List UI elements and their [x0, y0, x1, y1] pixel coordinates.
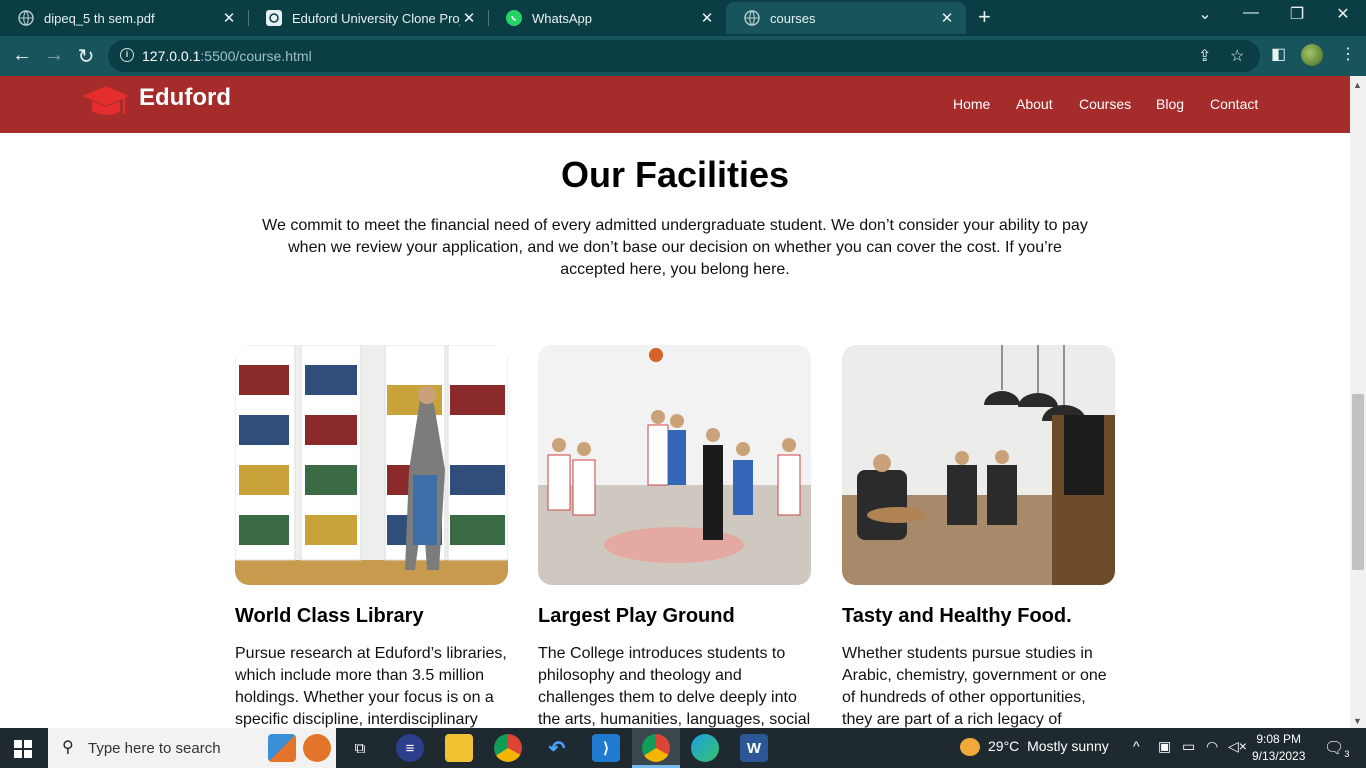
facility-card-playground: Largest Play Ground The College introduc…	[538, 345, 811, 728]
info-icon[interactable]: i	[120, 48, 134, 62]
profile-avatar[interactable]	[1301, 44, 1323, 66]
browser-toolbar: ← → ↻ i 127.0.0.1:5500/course.html ⇪ ☆ ◧…	[0, 36, 1366, 76]
graduation-cap-icon	[83, 86, 129, 115]
tab-title: Eduford University Clone Project	[292, 10, 460, 26]
url-host: 127.0.0.1	[142, 48, 201, 64]
close-icon[interactable]: ✕	[220, 9, 238, 27]
battery-icon[interactable]: ▭	[1182, 738, 1195, 755]
browser-tab-strip: dipeq_5 th sem.pdf ✕ Eduford University …	[0, 0, 1366, 36]
chevron-up-icon[interactable]: ^	[1133, 738, 1140, 754]
site-logo[interactable]: Eduford	[139, 84, 231, 112]
new-tab-button[interactable]: +	[978, 4, 991, 30]
clock-time: 9:08 PM	[1256, 732, 1302, 746]
scroll-up-arrow-icon[interactable]: ▲	[1353, 80, 1362, 90]
section-description: We commit to meet the financial need of …	[262, 217, 1088, 278]
cafe-image	[842, 345, 1115, 585]
taskbar-clock[interactable]: 9:08 PM 9/13/2023	[1252, 731, 1305, 765]
scroll-down-arrow-icon[interactable]: ▼	[1353, 716, 1362, 726]
taskbar-search[interactable]: ⚲ Type here to search	[48, 728, 336, 768]
whatsapp-icon	[506, 10, 522, 26]
file-explorer-icon[interactable]	[445, 734, 473, 762]
chatgpt-icon	[266, 10, 282, 26]
back-button[interactable]: ←	[10, 44, 34, 67]
tab-title: WhatsApp	[532, 10, 592, 26]
close-icon[interactable]: ✕	[938, 9, 956, 27]
facility-card-library: World Class Library Pursue research at E…	[235, 345, 508, 728]
tab-courses[interactable]: courses ✕	[726, 2, 966, 34]
search-placeholder: Type here to search	[88, 740, 221, 757]
tab-title: dipeq_5 th sem.pdf	[44, 10, 155, 26]
search-icon: ⚲	[62, 739, 74, 756]
weather-widget[interactable]: 29°C Mostly sunny	[960, 738, 1109, 757]
nav-about[interactable]: About	[1016, 96, 1053, 112]
chrome-active-icon[interactable]	[642, 734, 670, 762]
vscode-icon[interactable]: ⟩	[592, 734, 620, 762]
tab-search-chevron-icon[interactable]: ⌄	[1182, 4, 1228, 24]
arrow-app-icon[interactable]: ↶	[543, 734, 571, 762]
page-scrollbar[interactable]: ▲ ▼	[1350, 76, 1366, 728]
url-text[interactable]: 127.0.0.1:5500/course.html	[142, 48, 312, 64]
tab-title: courses	[770, 10, 816, 26]
eclipse-icon[interactable]: ≡	[396, 734, 424, 762]
address-bar[interactable]: i 127.0.0.1:5500/course.html ⇪ ☆	[108, 40, 1260, 72]
notification-center-icon[interactable]: 🗨3	[1324, 738, 1349, 759]
edge-icon[interactable]	[691, 734, 719, 762]
card-text: Whether students pursue studies in Arabi…	[842, 645, 1107, 728]
task-view-icon[interactable]: ⧉	[346, 734, 374, 762]
close-icon[interactable]: ✕	[460, 9, 478, 27]
tab-eduford-clone[interactable]: Eduford University Clone Project ✕	[248, 2, 488, 34]
restore-button[interactable]: ❐	[1274, 4, 1320, 24]
card-text: The College introduces students to philo…	[538, 645, 811, 728]
card-title: World Class Library	[235, 605, 424, 627]
nav-home[interactable]: Home	[953, 96, 990, 112]
nav-blog[interactable]: Blog	[1156, 96, 1184, 112]
card-title: Largest Play Ground	[538, 605, 735, 627]
card-text: Pursue research at Eduford’s libraries, …	[235, 645, 507, 728]
library-image	[235, 345, 508, 585]
reload-button[interactable]: ↻	[74, 44, 98, 69]
search-highlight-icon[interactable]	[268, 734, 296, 762]
card-title: Tasty and Healthy Food.	[842, 605, 1072, 627]
close-icon[interactable]: ✕	[698, 9, 716, 27]
clock-date: 9/13/2023	[1252, 749, 1306, 763]
basketball-icon[interactable]	[303, 734, 331, 762]
weather-temp: 29°C	[988, 738, 1020, 754]
url-path: :5500/course.html	[200, 48, 312, 64]
nav-courses[interactable]: Courses	[1079, 96, 1131, 112]
wifi-icon[interactable]: ◠	[1206, 738, 1218, 755]
tab-whatsapp[interactable]: WhatsApp ✕	[488, 2, 726, 34]
scrollbar-thumb[interactable]	[1352, 394, 1364, 570]
notification-count: 3	[1344, 749, 1350, 760]
minimize-button[interactable]: —	[1228, 4, 1274, 22]
volume-muted-icon[interactable]: ◁×	[1228, 738, 1247, 755]
globe-icon	[744, 10, 760, 26]
site-header: Eduford Home About Courses Blog Contact	[0, 76, 1350, 133]
weather-desc: Mostly sunny	[1027, 738, 1109, 754]
word-icon[interactable]: W	[740, 734, 768, 762]
tab-pdf[interactable]: dipeq_5 th sem.pdf ✕	[0, 2, 248, 34]
page-viewport: Eduford Home About Courses Blog Contact …	[0, 76, 1350, 728]
windows-taskbar: ⚲ Type here to search ⧉ ≡ ↶ ⟩ W 29°C Mos…	[0, 728, 1366, 768]
nav-contact[interactable]: Contact	[1210, 96, 1258, 112]
forward-button[interactable]: →	[42, 44, 66, 67]
meet-now-icon[interactable]: ▣	[1158, 738, 1171, 755]
side-panel-icon[interactable]: ◧	[1271, 44, 1286, 64]
menu-kebab-icon[interactable]: ⋮	[1340, 44, 1356, 64]
chrome-icon[interactable]	[494, 734, 522, 762]
playground-image	[538, 345, 811, 585]
facility-card-food: Tasty and Healthy Food. Whether students…	[842, 345, 1115, 728]
windows-start-icon[interactable]	[14, 740, 32, 758]
share-icon[interactable]: ⇪	[1198, 46, 1211, 66]
bookmark-star-icon[interactable]: ☆	[1230, 46, 1244, 66]
weather-sun-icon	[960, 738, 980, 757]
globe-icon	[18, 10, 34, 26]
section-title: Our Facilities	[560, 154, 790, 195]
close-window-button[interactable]: ✕	[1320, 4, 1366, 24]
